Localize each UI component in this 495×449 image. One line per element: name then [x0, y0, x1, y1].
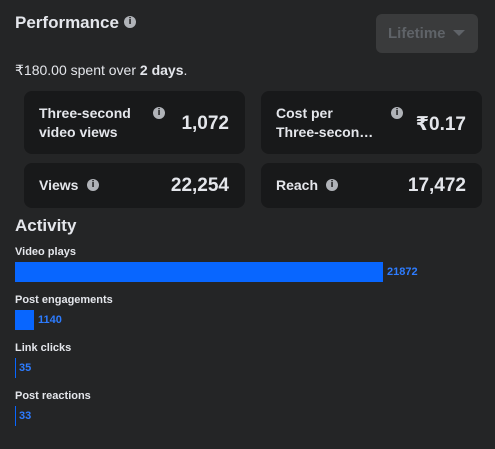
- activity-label: Link clicks: [15, 342, 72, 354]
- chevron-down-icon: [453, 30, 465, 36]
- date-range-dropdown[interactable]: Lifetime: [376, 14, 478, 53]
- info-icon[interactable]: i: [153, 107, 165, 119]
- spend-summary: ₹180.00 spent over 2 days.: [15, 62, 187, 79]
- metric-value: 17,472: [407, 175, 466, 196]
- spend-period: .: [183, 62, 188, 78]
- activity-label: Video plays: [15, 246, 76, 258]
- activity-value: 33: [19, 410, 32, 422]
- activity-value: 21872: [387, 266, 418, 278]
- activity-value: 35: [19, 362, 32, 374]
- activity-bar: [15, 262, 383, 282]
- activity-bar: [15, 310, 34, 330]
- activity-label: Post engagements: [15, 294, 113, 306]
- info-icon[interactable]: i: [124, 16, 136, 28]
- metric-label: Three-second video views: [39, 104, 131, 142]
- info-icon[interactable]: i: [391, 107, 403, 119]
- metric-card-cost-per: Cost per Three-secon… i ₹0.17: [261, 91, 482, 154]
- metric-label: Views: [39, 177, 79, 193]
- metric-label: Cost per Three-secon…: [276, 104, 373, 142]
- metric-label-line2: video views: [39, 124, 118, 140]
- activity-bar: [15, 406, 16, 426]
- activity-label: Post reactions: [15, 390, 91, 402]
- spend-days: 2 days: [139, 62, 184, 78]
- dropdown-label: Lifetime: [388, 25, 446, 42]
- activity-title: Activity: [15, 216, 77, 235]
- metric-value: 1,072: [181, 113, 229, 134]
- info-icon[interactable]: i: [87, 179, 99, 191]
- spend-amount: ₹180.00: [15, 62, 67, 78]
- page-title: Performance: [15, 13, 119, 32]
- metric-card-reach: Reach i 17,472: [261, 163, 482, 208]
- spend-text: spent over: [66, 62, 140, 78]
- metric-label-line1: Three-second: [39, 105, 131, 121]
- metric-card-views: Views i 22,254: [24, 163, 245, 208]
- metric-label-line1: Cost per: [276, 105, 333, 121]
- metric-value: ₹0.17: [415, 114, 466, 135]
- metric-value: 22,254: [170, 175, 229, 196]
- metric-label-line2: Three-secon…: [276, 124, 374, 140]
- info-icon[interactable]: i: [326, 179, 338, 191]
- metric-label: Reach: [276, 177, 319, 193]
- metric-card-three-second-views: Three-second video views i 1,072: [24, 91, 245, 154]
- activity-bar: [15, 358, 16, 378]
- activity-value: 1140: [38, 314, 62, 326]
